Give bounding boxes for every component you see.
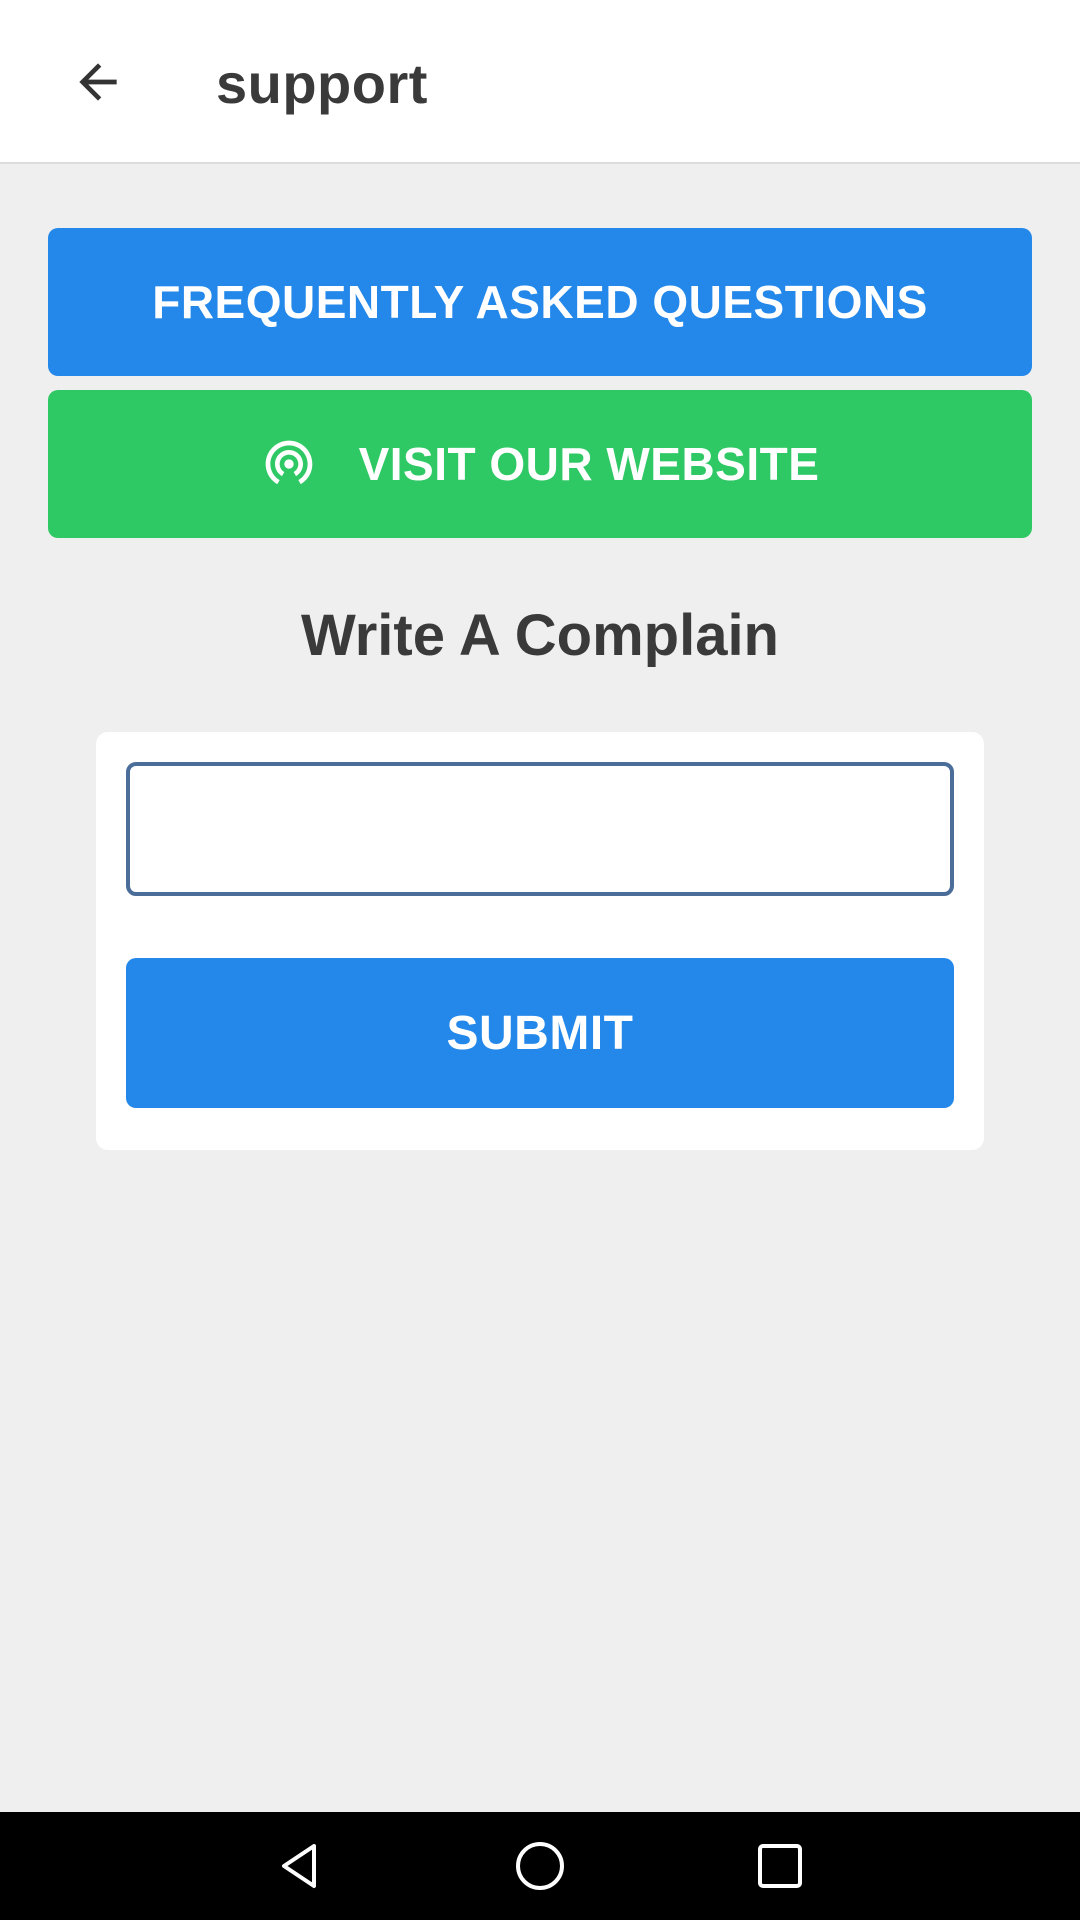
circle-home-icon — [516, 1842, 564, 1890]
back-button[interactable] — [56, 40, 140, 124]
app-bar: support — [0, 0, 1080, 164]
nav-recents-button[interactable] — [744, 1830, 816, 1902]
page-title: support — [216, 52, 428, 115]
visit-website-button[interactable]: VISIT OUR WEBSITE — [48, 390, 1032, 538]
square-recents-icon — [758, 1844, 802, 1888]
submit-button[interactable]: SUBMIT — [126, 958, 954, 1108]
complain-input[interactable] — [126, 762, 954, 896]
faq-button-label: FREQUENTLY ASKED QUESTIONS — [152, 276, 928, 328]
visit-website-label: VISIT OUR WEBSITE — [358, 438, 820, 490]
nav-back-button[interactable] — [264, 1830, 336, 1902]
broadcast-icon — [261, 436, 317, 492]
arrow-left-icon — [79, 63, 117, 101]
complain-card: SUBMIT — [96, 732, 984, 1150]
complain-heading: Write A Complain — [301, 603, 779, 668]
nav-home-button[interactable] — [504, 1830, 576, 1902]
system-nav-bar — [0, 1812, 1080, 1920]
submit-button-label: SUBMIT — [446, 1006, 634, 1060]
faq-button[interactable]: FREQUENTLY ASKED QUESTIONS — [48, 228, 1032, 376]
triangle-back-icon — [282, 1844, 316, 1888]
